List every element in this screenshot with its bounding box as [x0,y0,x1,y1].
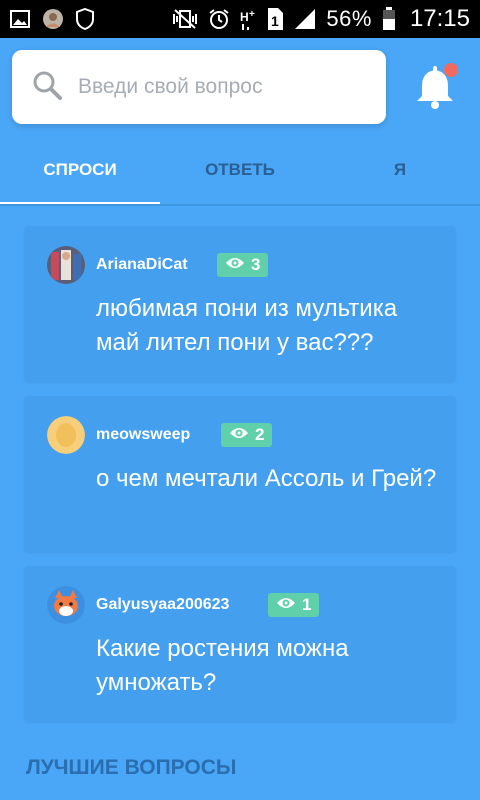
views-count: 3 [251,255,261,274]
svg-text:1: 1 [271,13,279,29]
status-bar: H + 1 56% 17:15 [0,0,480,38]
avatar[interactable] [47,246,85,284]
question-text[interactable]: Какие ростения можна умножать? [96,632,446,700]
svg-text:+: + [249,9,255,20]
question-text[interactable]: любимая пони из мультика май лител пони … [96,292,446,360]
question-card[interactable]: meowsweep 2 о чем мечтали Ассоль и Грей? [24,396,456,552]
hplus-icon: H + [240,7,256,31]
tab-me[interactable]: Я [320,146,480,206]
alarm-icon [208,8,230,30]
views-count: 1 [302,595,312,614]
tab-answer[interactable]: ОТВЕТЬ [160,146,320,206]
username[interactable]: meowsweep [96,426,190,444]
question-card[interactable]: Galyusyaa200623 1 Какие ростения можна у… [24,566,456,722]
app-screen: Введи свой вопрос СПРОСИ ОТВЕТЬ Я Ariana… [0,38,480,800]
section-title-best-questions: ЛУЧШИЕ ВОПРОСЫ [26,756,237,779]
search-placeholder: Введи свой вопрос [78,75,263,98]
clock: 17:15 [409,5,470,32]
username[interactable]: Galyusyaa200623 [96,596,229,614]
search-input[interactable]: Введи свой вопрос [12,50,386,124]
notification-badge [444,63,458,77]
eye-icon [229,425,249,445]
eye-icon [225,255,245,275]
search-icon [32,70,62,105]
signal-icon [294,8,316,30]
views-badge: 1 [268,593,320,617]
eye-icon [276,595,296,615]
sim-1-icon: 1 [266,7,284,31]
tab-bar: СПРОСИ ОТВЕТЬ Я [0,146,480,206]
views-badge: 2 [221,423,273,447]
avatar[interactable] [47,586,85,624]
image-icon [10,9,30,29]
avatar-icon [42,8,64,30]
shield-icon [76,8,94,30]
avatar[interactable] [47,416,85,454]
svg-text:H: H [240,10,249,24]
tab-divider [0,204,480,206]
battery-icon [382,7,396,31]
battery-percent: 56% [326,6,372,31]
tab-ask[interactable]: СПРОСИ [0,146,160,206]
question-text[interactable]: о чем мечтали Ассоль и Грей? [96,462,446,496]
username[interactable]: ArianaDiCat [96,256,188,274]
views-count: 2 [255,425,265,444]
question-card[interactable]: ArianaDiCat 3 любимая пони из мультика м… [24,226,456,382]
vibrate-mute-icon [172,8,198,30]
views-badge: 3 [217,253,269,277]
